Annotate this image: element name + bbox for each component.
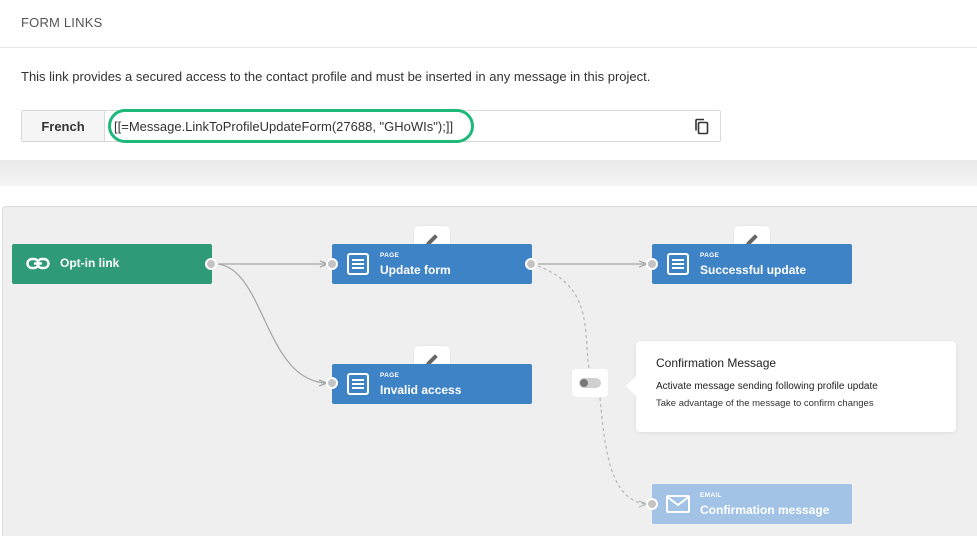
copy-icon[interactable] [694,118,710,136]
input-port[interactable] [326,258,338,270]
confirmation-popup: Confirmation Message Activate message se… [626,341,956,432]
language-label: French [22,111,105,141]
form-link-field: French [[=Message.LinkToProfileUpdateFor… [21,109,721,143]
output-port[interactable] [525,258,537,270]
update-form-node[interactable]: PAGE Update form [332,244,532,284]
section-separator [0,160,977,186]
confirmation-message-label: Confirmation message [700,503,830,517]
page-icon [346,373,370,395]
envelope-icon [666,493,690,515]
node-type: PAGE [380,372,400,379]
highlight-ring [108,109,474,143]
optin-link-node[interactable]: Opt-in link [12,244,212,284]
node-type: PAGE [700,252,720,259]
popup-arrow [626,375,637,397]
link-description: This link provides a secured access to t… [21,69,651,84]
node-type: EMAIL [700,492,722,499]
node-type: PAGE [380,252,400,259]
invalid-access-node[interactable]: PAGE Invalid access [332,364,532,404]
confirmation-toggle-box [572,369,608,397]
successful-update-label: Successful update [700,263,807,277]
section-header: FORM LINKS [0,0,977,48]
input-port[interactable] [646,498,658,510]
input-port[interactable] [646,258,658,270]
toggle-knob [580,379,588,387]
input-port[interactable] [326,377,338,389]
invalid-access-label: Invalid access [380,383,462,397]
confirmation-message-node[interactable]: EMAIL Confirmation message [652,484,852,524]
popup-hint: Take advantage of the message to confirm… [656,398,874,409]
page-icon [666,253,690,275]
confirmation-toggle[interactable] [579,378,601,388]
popup-description: Activate message sending following profi… [656,381,878,392]
page-title: FORM LINKS [21,15,103,30]
link-icon [26,253,50,275]
output-port[interactable] [205,258,217,270]
successful-update-node[interactable]: PAGE Successful update [652,244,852,284]
optin-link-label: Opt-in link [60,256,120,270]
update-form-label: Update form [380,263,451,277]
page-icon [346,253,370,275]
popup-title: Confirmation Message [656,356,777,370]
